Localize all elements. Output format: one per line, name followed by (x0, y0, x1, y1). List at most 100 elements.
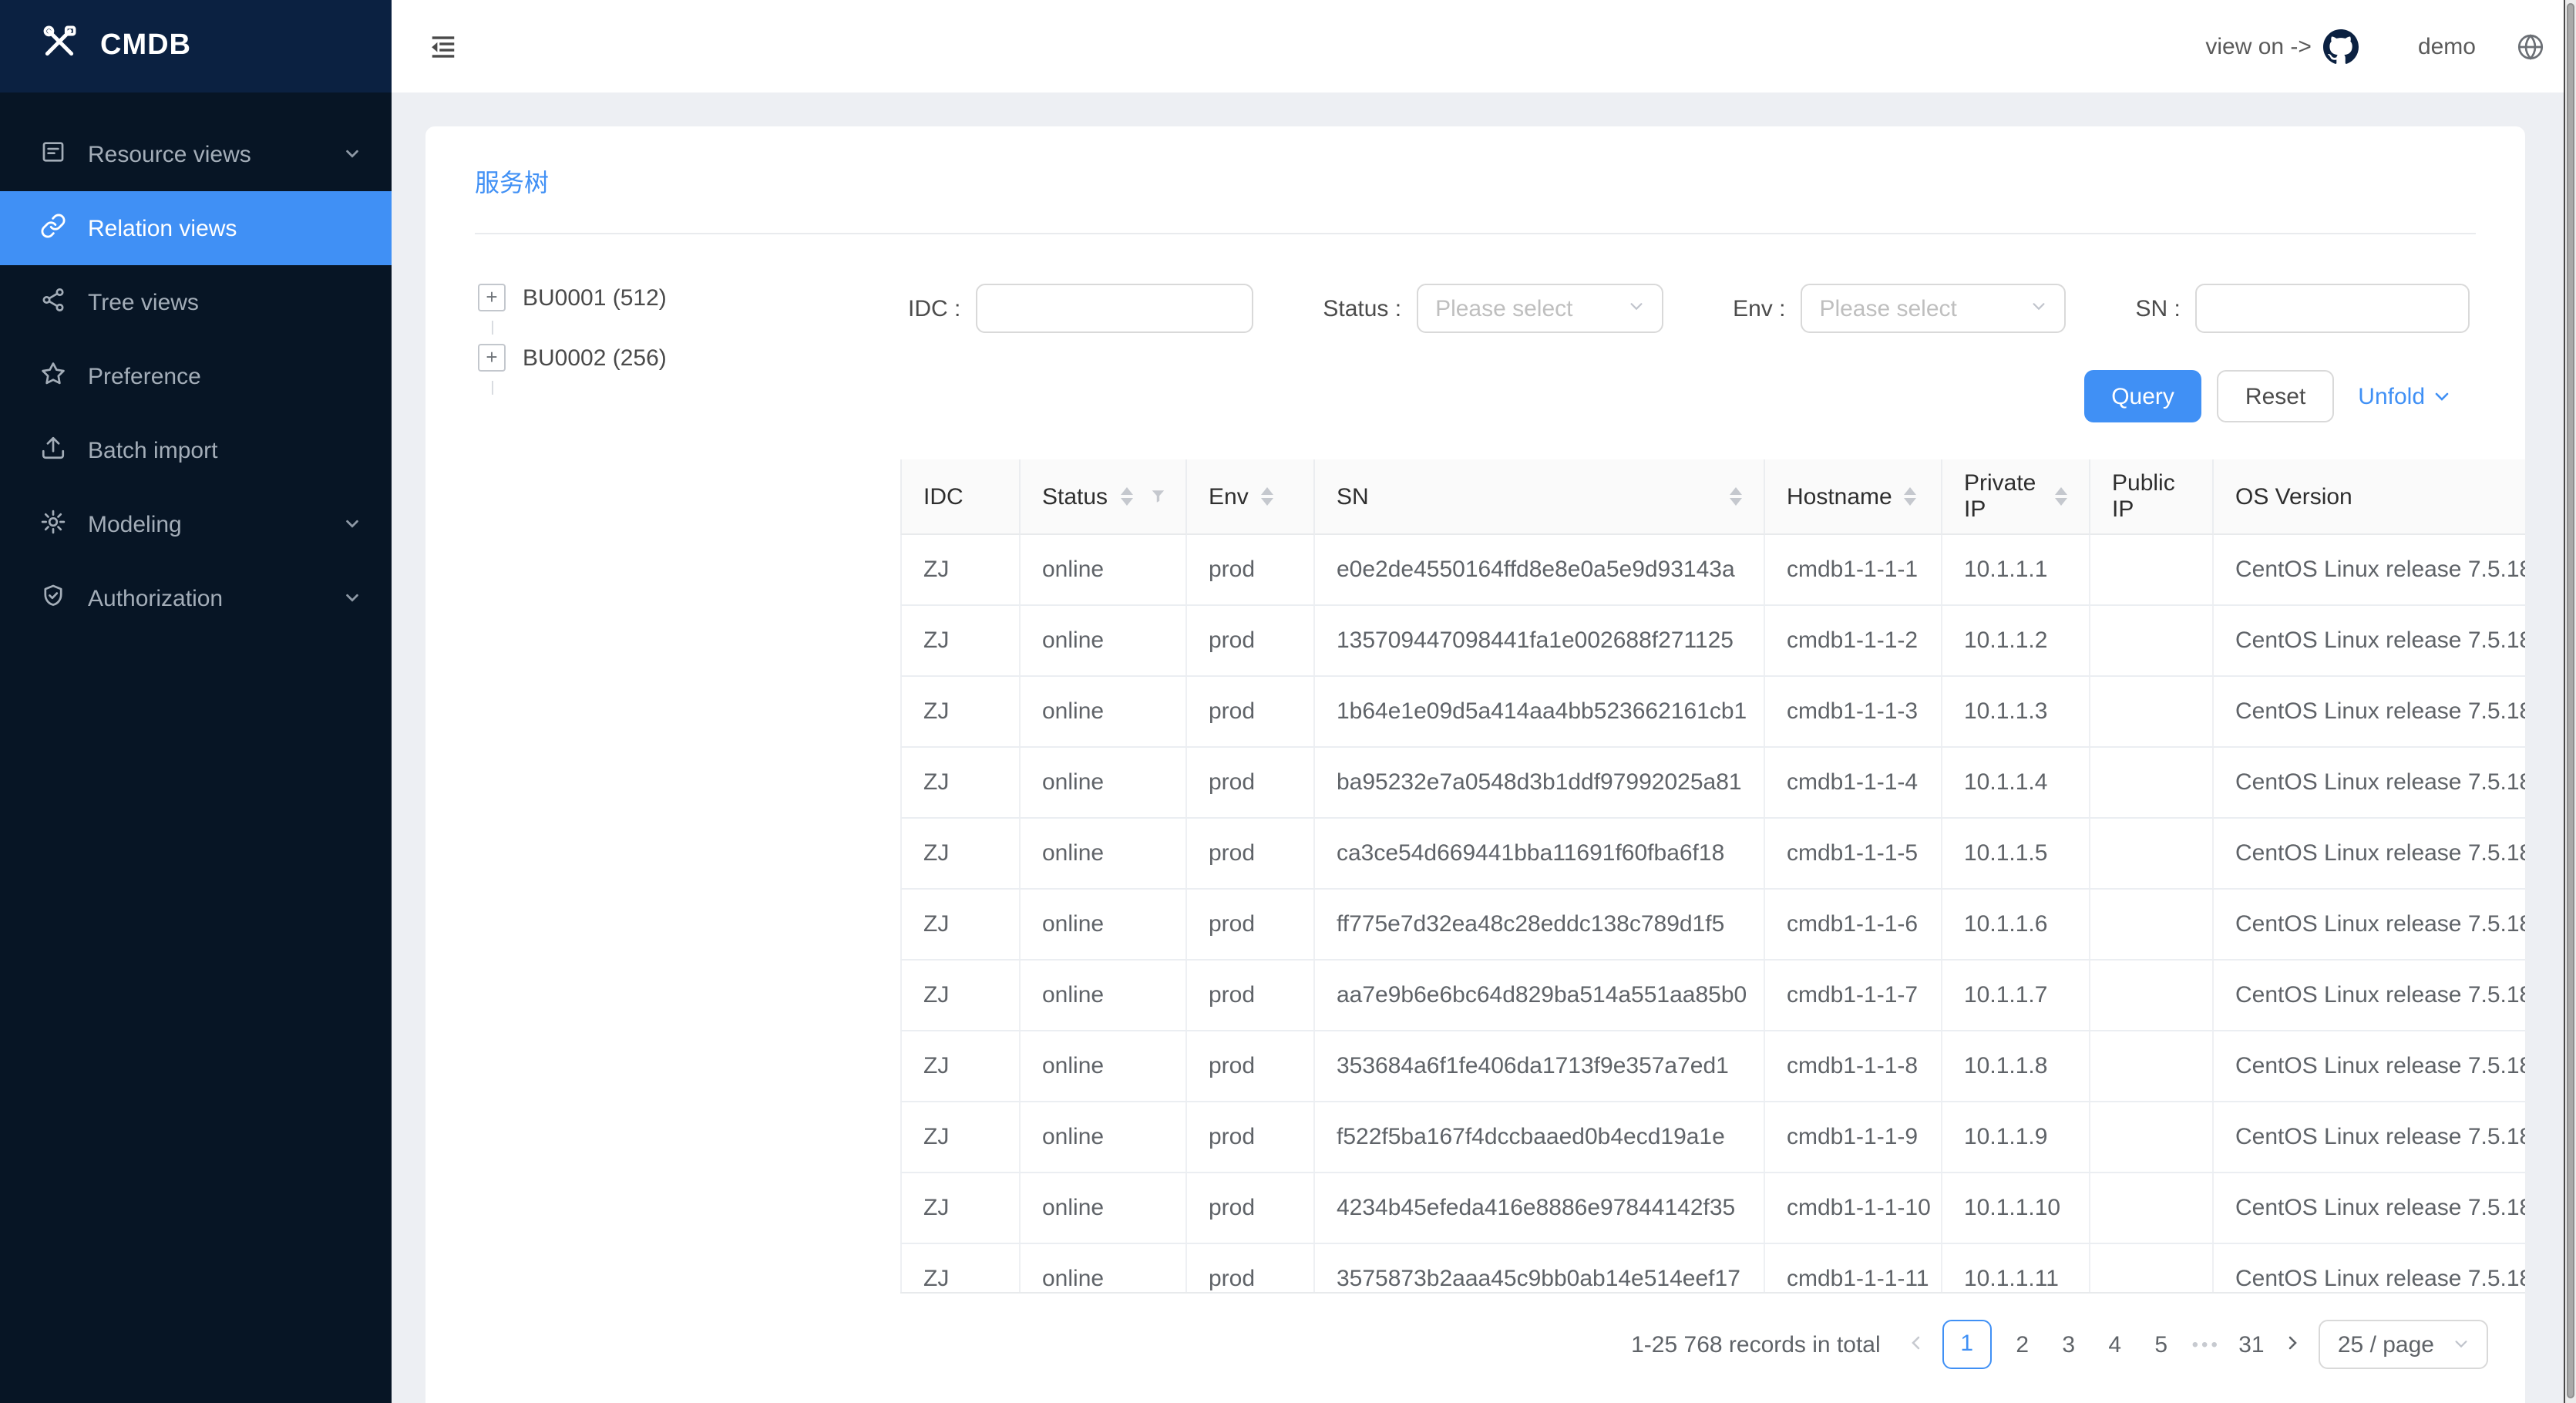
table-row[interactable]: ZJ online prod e0e2de4550164ffd8e8e0a5e9… (900, 535, 2525, 606)
cell-idc: ZJ (900, 1102, 1021, 1172)
table-row[interactable]: ZJ online prod 3575873b2aaa45c9bb0ab14e5… (900, 1244, 2525, 1294)
sort-icon[interactable] (2055, 487, 2067, 506)
cell-hostname: cmdb1-1-1-5 (1765, 819, 1942, 888)
cell-private-ip: 10.1.1.9 (1942, 1102, 2090, 1172)
page-5[interactable]: 5 (2146, 1331, 2177, 1358)
query-button[interactable]: Query (2083, 370, 2202, 422)
unfold-link[interactable]: Unfold (2358, 383, 2451, 409)
cell-idc: ZJ (900, 535, 1021, 604)
cell-private-ip: 10.1.1.4 (1942, 748, 2090, 817)
cell-public-ip (2090, 748, 2214, 817)
cell-public-ip (2090, 606, 2214, 675)
username-label[interactable]: demo (2418, 33, 2476, 59)
cell-sn: e0e2de4550164ffd8e8e0a5e9d93143a (1315, 535, 1765, 604)
column-title: Status (1042, 483, 1108, 510)
cell-public-ip (2090, 1244, 2214, 1294)
table-body[interactable]: ZJ online prod e0e2de4550164ffd8e8e0a5e9… (900, 535, 2525, 1294)
table-header-row: IDC Status Env (900, 459, 2525, 535)
sn-input[interactable] (2196, 284, 2470, 333)
column-header-env[interactable]: Env (1187, 459, 1315, 535)
expand-plus-icon[interactable]: + (478, 344, 506, 372)
table-row[interactable]: ZJ online prod 4234b45efeda416e8886e9784… (900, 1173, 2525, 1244)
sidebar-item-label: Resource views (88, 141, 251, 167)
table-row[interactable]: ZJ online prod ba95232e7a0548d3b1ddf9799… (900, 748, 2525, 819)
status-select[interactable]: Please select (1417, 284, 1663, 333)
table-row[interactable]: ZJ online prod 353684a6f1fe406da1713f9e3… (900, 1031, 2525, 1102)
sidebar-item-modeling[interactable]: Modeling (0, 487, 392, 561)
page-4[interactable]: 4 (2100, 1331, 2130, 1358)
menu-fold-icon[interactable] (429, 32, 458, 61)
column-header-idc[interactable]: IDC (900, 459, 1021, 535)
tree-node-bu0002[interactable]: + BU0002 (256) (478, 335, 900, 381)
page-2[interactable]: 2 (2007, 1331, 2038, 1358)
cell-os-version: CentOS Linux release 7.5.18 (2214, 1102, 2525, 1172)
cell-hostname: cmdb1-1-1-1 (1765, 535, 1942, 604)
sort-icon[interactable] (1120, 487, 1132, 506)
table-row[interactable]: ZJ online prod 1b64e1e09d5a414aa4bb52366… (900, 677, 2525, 748)
table-row[interactable]: ZJ online prod 135709447098441fa1e002688… (900, 606, 2525, 677)
sidebar-item-label: Preference (88, 363, 201, 389)
cell-idc: ZJ (900, 1173, 1021, 1243)
page-1[interactable]: 1 (1942, 1320, 1992, 1369)
header-right-group: view on -> demo (2205, 29, 2545, 64)
column-header-private-ip[interactable]: Private IP (1942, 459, 2090, 535)
table-row[interactable]: ZJ online prod f522f5ba167f4dccbaaed0b4e… (900, 1102, 2525, 1173)
cell-env: prod (1187, 535, 1315, 604)
status-placeholder: Please select (1435, 295, 1572, 321)
next-page-icon[interactable] (2282, 1331, 2304, 1358)
cell-sn: 353684a6f1fe406da1713f9e357a7ed1 (1315, 1031, 1765, 1101)
sort-icon[interactable] (1905, 487, 1917, 506)
filter-bar: IDC : Status : Please select (900, 284, 2525, 333)
tab-service-tree[interactable]: 服务树 (475, 161, 549, 198)
tree-node-bu0001[interactable]: + BU0001 (512) (478, 274, 900, 321)
app-logo[interactable]: CMDB (0, 0, 392, 93)
cell-public-ip (2090, 1173, 2214, 1243)
filter-funnel-icon[interactable] (1151, 487, 1164, 506)
column-header-hostname[interactable]: Hostname (1765, 459, 1942, 535)
sidebar-item-batch-import[interactable]: Batch import (0, 413, 392, 487)
column-header-sn[interactable]: SN (1315, 459, 1765, 535)
column-header-os-version[interactable]: OS Version (2214, 459, 2525, 535)
filter-actions: Query Reset Unfold (900, 370, 2525, 422)
cell-hostname: cmdb1-1-1-2 (1765, 606, 1942, 675)
reset-button[interactable]: Reset (2218, 370, 2333, 422)
sidebar-nav: Resource views Relation views (0, 93, 392, 635)
tree-node-label: BU0002 (256) (523, 345, 667, 371)
globe-icon[interactable] (2516, 32, 2545, 61)
page-31[interactable]: 31 (2236, 1331, 2267, 1358)
cell-os-version: CentOS Linux release 7.5.18 (2214, 1173, 2525, 1243)
page-3[interactable]: 3 (2053, 1331, 2084, 1358)
sidebar-item-authorization[interactable]: Authorization (0, 561, 392, 635)
sidebar-item-preference[interactable]: Preference (0, 339, 392, 413)
github-icon[interactable] (2324, 29, 2359, 64)
idc-input[interactable] (976, 284, 1253, 333)
table-row[interactable]: ZJ online prod aa7e9b6e6bc64d829ba514a55… (900, 961, 2525, 1031)
prev-page-icon[interactable] (1905, 1331, 1927, 1358)
cell-private-ip: 10.1.1.1 (1942, 535, 2090, 604)
page-size-select[interactable]: 25 / page (2319, 1320, 2488, 1369)
table-row[interactable]: ZJ online prod ff775e7d32ea48c28eddc138c… (900, 890, 2525, 961)
column-header-public-ip[interactable]: Public IP (2090, 459, 2214, 535)
sort-icon[interactable] (1261, 487, 1273, 506)
expand-plus-icon[interactable]: + (478, 284, 506, 311)
cell-status: online (1021, 961, 1187, 1030)
sidebar-item-tree-views[interactable]: Tree views (0, 265, 392, 339)
filter-status: Status : Please select (1323, 284, 1663, 333)
sidebar-item-relation-views[interactable]: Relation views (0, 191, 392, 265)
sort-icon[interactable] (1730, 487, 1742, 506)
cell-status: online (1021, 535, 1187, 604)
cell-os-version: CentOS Linux release 7.5.18 (2214, 1031, 2525, 1101)
cell-hostname: cmdb1-1-1-8 (1765, 1031, 1942, 1101)
page-scrollbar[interactable] (2564, 0, 2576, 1403)
jump-forward-ellipsis[interactable]: ••• (2192, 1334, 2221, 1355)
cell-private-ip: 10.1.1.5 (1942, 819, 2090, 888)
scrollbar-thumb[interactable] (2567, 3, 2574, 1398)
column-header-status[interactable]: Status (1021, 459, 1187, 535)
env-label: Env : (1733, 295, 1785, 321)
cell-sn: f522f5ba167f4dccbaaed0b4ecd19a1e (1315, 1102, 1765, 1172)
table-row[interactable]: ZJ online prod ca3ce54d669441bba11691f60… (900, 819, 2525, 890)
sidebar-item-resource-views[interactable]: Resource views (0, 117, 392, 191)
card-body: + BU0001 (512) + BU0002 (256) (425, 234, 2525, 1403)
cell-status: online (1021, 1031, 1187, 1101)
env-select[interactable]: Please select (1801, 284, 2066, 333)
